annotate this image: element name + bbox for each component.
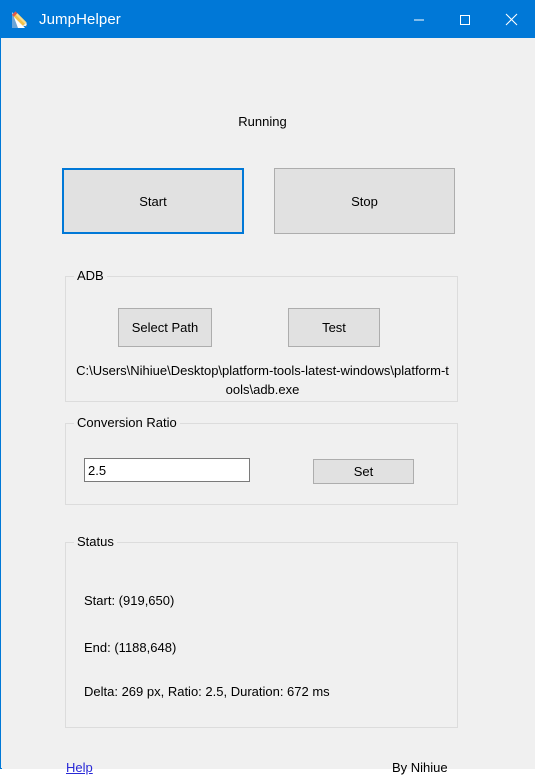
status-end-line: End: (1188,648) [84, 640, 177, 655]
adb-path-text: C:\Users\Nihiue\Desktop\platform-tools-l… [76, 363, 449, 397]
app-window: JumpHelper Running Start Stop ADB Select… [0, 0, 535, 775]
status-group-label: Status [74, 534, 117, 549]
minimize-button[interactable] [396, 1, 442, 38]
app-pencil-icon [9, 9, 31, 31]
adb-group-label: ADB [74, 268, 107, 283]
close-button[interactable] [488, 1, 534, 38]
status-delta-line: Delta: 269 px, Ratio: 2.5, Duration: 672… [84, 684, 330, 699]
client-area: Running Start Stop ADB Select Path Test … [2, 38, 535, 775]
title-bar[interactable]: JumpHelper [1, 1, 534, 38]
select-path-button[interactable]: Select Path [118, 308, 212, 347]
conversion-ratio-group: Conversion Ratio Set [65, 415, 458, 505]
maximize-button[interactable] [442, 1, 488, 38]
running-status-label: Running [238, 114, 287, 129]
stop-button[interactable]: Stop [274, 168, 455, 234]
window-title: JumpHelper [39, 10, 121, 28]
author-label: By Nihiue [392, 760, 448, 775]
test-button[interactable]: Test [288, 308, 380, 347]
set-button[interactable]: Set [313, 459, 414, 484]
status-start-line: Start: (919,650) [84, 593, 175, 608]
conversion-ratio-input[interactable] [84, 458, 250, 482]
maximize-icon [459, 14, 471, 26]
status-group: Status Start: (919,650) End: (1188,648) … [65, 534, 458, 728]
close-icon [505, 13, 518, 26]
minimize-icon [413, 14, 425, 26]
help-link[interactable]: Help [66, 760, 93, 775]
start-button[interactable]: Start [62, 168, 244, 234]
conversion-ratio-group-label: Conversion Ratio [74, 415, 180, 430]
adb-group: ADB Select Path Test C:\Users\Nihiue\Des… [65, 268, 458, 402]
